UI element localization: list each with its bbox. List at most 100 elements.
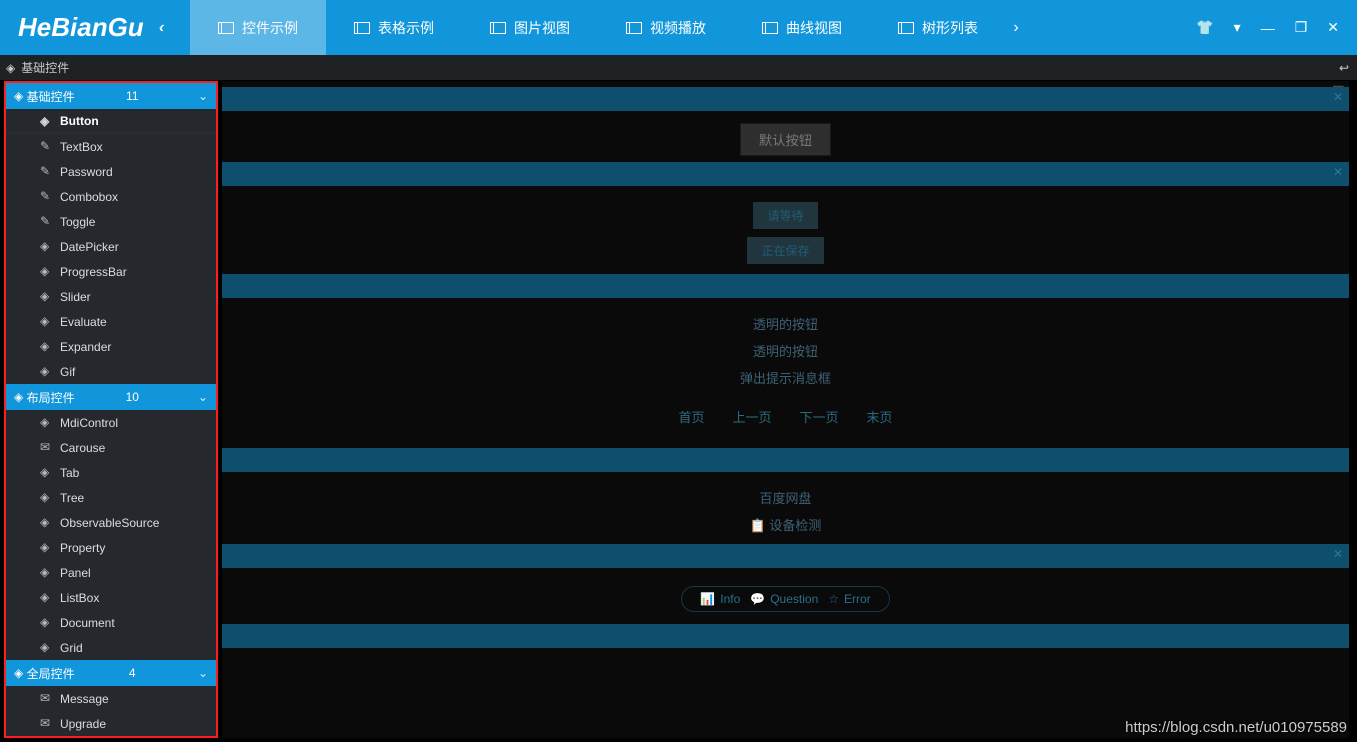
sidebar-item-button[interactable]: ◈Button — [6, 109, 216, 134]
item-icon: ◈ — [40, 314, 54, 328]
sidebar-item-listbox[interactable]: ◈ListBox — [6, 585, 216, 610]
nav-video[interactable]: 视频播放 — [598, 0, 734, 55]
nav-controls[interactable]: 控件示例 — [190, 0, 326, 55]
group-title: 全局控件 — [27, 665, 75, 682]
sidebar-item-mdicontrol[interactable]: ◈MdiControl — [6, 410, 216, 435]
link-baidu[interactable]: 百度网盘 — [759, 488, 811, 507]
item-label: Expander — [60, 340, 111, 354]
saving-button[interactable]: 正在保存 — [747, 237, 823, 264]
theme-icon[interactable]: 👕 — [1196, 19, 1213, 36]
sidebar-item-tab[interactable]: ◈Tab — [6, 460, 216, 485]
sidebar-item-document[interactable]: ◈ Document — [6, 610, 216, 635]
sidebar-item-gif[interactable]: ◈Gif — [6, 359, 216, 384]
sidebar-item-grid[interactable]: ◈Grid — [6, 635, 216, 660]
link-device[interactable]: 📋 设备检测 — [750, 515, 822, 534]
sidebar-item-textbox[interactable]: ✎ TextBox — [6, 134, 216, 159]
item-icon: ◈ — [40, 264, 54, 278]
breadcrumb-label: 基础控件 — [21, 59, 69, 76]
sidebar-item-observable[interactable]: ◈ObservableSource — [6, 510, 216, 535]
group-count: 10 — [126, 390, 139, 404]
group-count: 4 — [129, 666, 136, 680]
section-bar: ✕ — [222, 162, 1349, 186]
item-icon: ✎ — [40, 139, 54, 153]
item-label: TextBox — [60, 140, 103, 154]
sidebar-item-progressbar[interactable]: ◈ProgressBar — [6, 259, 216, 284]
item-icon: ◈ — [40, 615, 54, 629]
nav-curve[interactable]: 曲线视图 — [734, 0, 870, 55]
error-pill[interactable]: ☆ Error — [828, 592, 870, 606]
sidebar-item-upgrade[interactable]: ✉Upgrade — [6, 711, 216, 736]
section-bar — [222, 448, 1349, 472]
nav-tree[interactable]: 树形列表 — [870, 0, 1006, 55]
item-icon: ✉ — [40, 691, 54, 705]
close-icon[interactable]: ✕ — [1333, 90, 1343, 104]
close-icon[interactable]: ✕ — [1333, 547, 1343, 561]
theme-dropdown-icon[interactable]: ▾ — [1234, 19, 1241, 36]
close-icon[interactable]: ✕ — [1333, 165, 1343, 179]
sidebar-group-global[interactable]: ◈ 全局控件 4 ⌄ — [6, 660, 216, 686]
sidebar-item-password[interactable]: ✎Password — [6, 159, 216, 184]
main-content: ⊞ ✕ 默认按钮 ✕ 请等待 正在保存 透明的按钮 透明的按钮 弹出提示消息框 … — [222, 81, 1349, 738]
group-icon: ◈ — [14, 666, 23, 680]
item-icon: ✎ — [40, 164, 54, 178]
sidebar-item-expander[interactable]: ◈Expander — [6, 334, 216, 359]
section-bar: ✕ — [222, 87, 1349, 111]
logo-chevron-left-icon[interactable]: ‹ — [152, 19, 172, 37]
nav-image[interactable]: 图片视图 — [462, 0, 598, 55]
item-label: Evaluate — [60, 315, 107, 329]
minimize-icon[interactable]: — — [1261, 20, 1275, 36]
item-icon: ◈ — [40, 465, 54, 479]
transparent-button-2[interactable]: 透明的按钮 — [753, 341, 818, 360]
pager-first[interactable]: 首页 — [678, 407, 704, 426]
nav-label: 树形列表 — [922, 18, 978, 38]
nav-chevron-right-icon[interactable]: › — [1006, 19, 1026, 37]
item-label: Document — [60, 616, 115, 630]
item-label: Combobox — [60, 190, 118, 204]
default-button[interactable]: 默认按钮 — [740, 123, 831, 156]
chevron-down-icon: ⌄ — [198, 390, 208, 404]
item-icon: ◈ — [40, 239, 54, 253]
sidebar-item-slider[interactable]: ◈Slider — [6, 284, 216, 309]
nav-label: 图片视图 — [514, 18, 570, 38]
pager: 首页 上一页 下一页 末页 — [678, 407, 892, 426]
popup-msg-button[interactable]: 弹出提示消息框 — [740, 368, 831, 387]
nav-icon — [626, 22, 642, 34]
chevron-down-icon: ⌄ — [198, 666, 208, 680]
sidebar-item-tree[interactable]: ◈Tree — [6, 485, 216, 510]
transparent-button-1[interactable]: 透明的按钮 — [753, 314, 818, 333]
item-label: MdiControl — [60, 416, 118, 430]
pager-last[interactable]: 末页 — [867, 407, 893, 426]
breadcrumb: ◈ 基础控件 ↩ — [0, 55, 1357, 81]
section-bar: ✕ — [222, 544, 1349, 568]
sidebar: ◈ 基础控件 11 ⌄ ◈Button ✎ TextBox ✎Password ✎… — [4, 81, 218, 738]
watermark: https://blog.csdn.net/u010975589 — [1125, 719, 1347, 736]
sidebar-item-property[interactable]: ◈Property — [6, 535, 216, 560]
info-pill[interactable]: 📊 Info — [700, 592, 740, 606]
wait-button[interactable]: 请等待 — [753, 202, 817, 229]
question-pill[interactable]: 💬 Question — [750, 592, 818, 606]
item-label: Slider — [60, 290, 91, 304]
item-icon: ✎ — [40, 189, 54, 203]
item-label: DatePicker — [60, 240, 119, 254]
sidebar-item-combobox[interactable]: ✎ Combobox — [6, 184, 216, 209]
sidebar-group-basic[interactable]: ◈ 基础控件 11 ⌄ — [6, 83, 216, 109]
pager-next[interactable]: 下一页 — [800, 407, 839, 426]
sidebar-item-carouse[interactable]: ✉Carouse — [6, 435, 216, 460]
close-icon[interactable]: ✕ — [1327, 19, 1339, 36]
sidebar-item-toggle[interactable]: ✎Toggle — [6, 209, 216, 234]
sidebar-item-panel[interactable]: ◈Panel — [6, 560, 216, 585]
sidebar-item-message[interactable]: ✉Message — [6, 686, 216, 711]
breadcrumb-back-icon[interactable]: ↩ — [1339, 61, 1349, 75]
nav-icon — [898, 22, 914, 34]
sidebar-group-layout[interactable]: ◈ 布局控件 10 ⌄ — [6, 384, 216, 410]
nav-table[interactable]: 表格示例 — [326, 0, 462, 55]
maximize-icon[interactable]: ❐ — [1295, 19, 1308, 36]
nav-icon — [490, 22, 506, 34]
sidebar-item-datepicker[interactable]: ◈ DatePicker — [6, 234, 216, 259]
pager-prev[interactable]: 上一页 — [732, 407, 771, 426]
nav-icon — [354, 22, 370, 34]
sidebar-item-evaluate[interactable]: ◈ Evaluate — [6, 309, 216, 334]
item-label: Carouse — [60, 441, 105, 455]
group-count: 11 — [126, 89, 138, 103]
group-icon: ◈ — [14, 89, 23, 103]
